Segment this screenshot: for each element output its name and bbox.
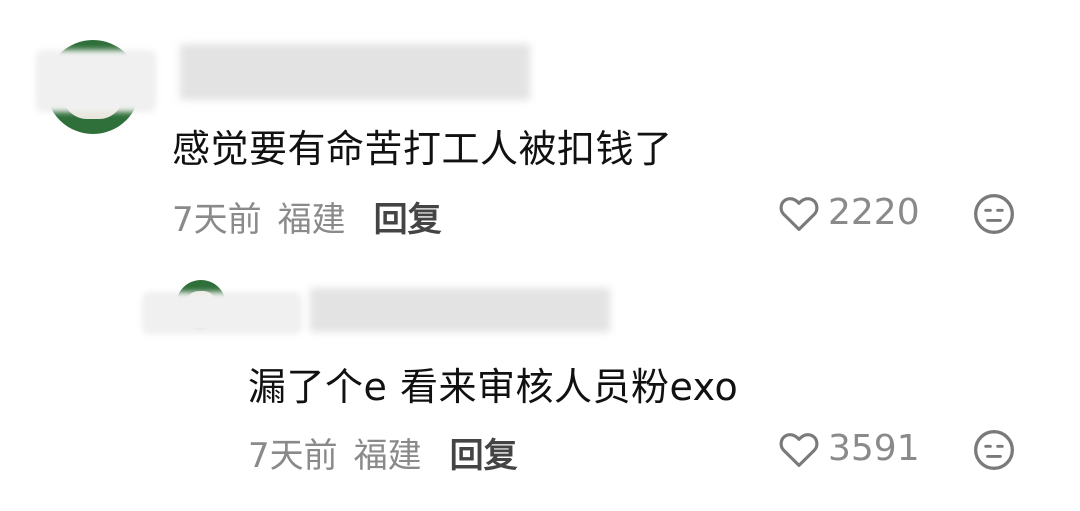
username-redacted[interactable] bbox=[36, 50, 156, 112]
username-redacted bbox=[180, 44, 530, 100]
comment-time: 7天前 bbox=[172, 200, 262, 240]
comment-meta: 7天前 福建 回复 bbox=[248, 428, 518, 477]
dislike-button[interactable] bbox=[972, 192, 1016, 240]
heart-outline-icon bbox=[779, 432, 819, 467]
username-redacted bbox=[142, 292, 302, 334]
username-redacted bbox=[310, 288, 610, 332]
heart-outline-icon bbox=[779, 196, 819, 231]
like-count: 3591 bbox=[828, 428, 920, 469]
reply-button[interactable]: 回复 bbox=[374, 192, 442, 241]
like-count: 2220 bbox=[828, 192, 920, 233]
neutral-face-icon bbox=[974, 194, 1014, 234]
comment-text: 感觉要有命苦打工人被扣钱了 bbox=[172, 127, 673, 171]
comment-time: 7天前 bbox=[248, 436, 338, 476]
neutral-face-icon bbox=[974, 430, 1014, 470]
comment-location: 福建 bbox=[277, 200, 346, 240]
like-button[interactable]: 3591 bbox=[778, 428, 920, 469]
comment-location: 福建 bbox=[353, 436, 422, 476]
reply-button[interactable]: 回复 bbox=[450, 428, 518, 477]
comment-meta: 7天前 福建 回复 bbox=[172, 192, 442, 241]
dislike-button[interactable] bbox=[972, 428, 1016, 476]
like-button[interactable]: 2220 bbox=[778, 192, 920, 233]
comment-text: 漏了个e 看来审核人员粉exo bbox=[248, 365, 739, 409]
